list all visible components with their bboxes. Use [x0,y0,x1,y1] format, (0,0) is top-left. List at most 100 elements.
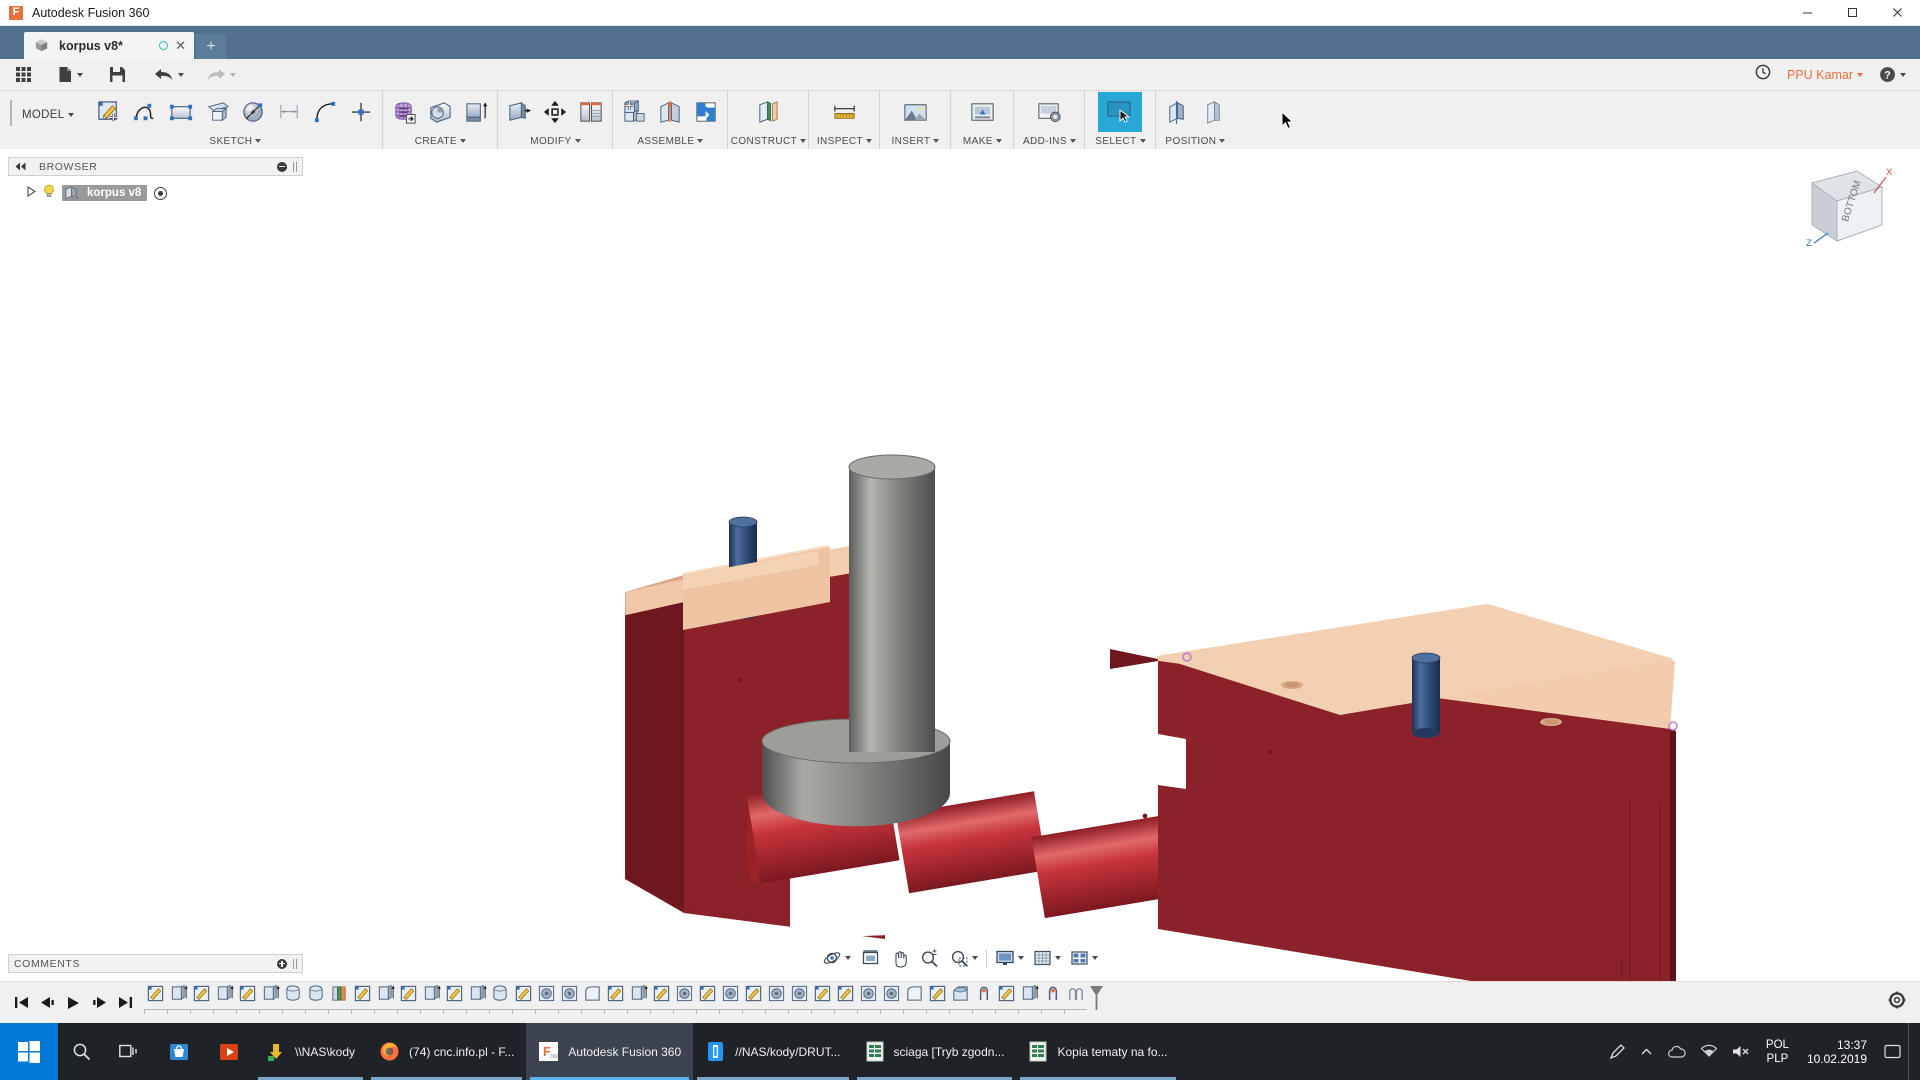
timeline-feature-hole[interactable] [535,984,558,1014]
app-grid-button[interactable] [8,59,39,91]
look-at-button[interactable] [854,945,883,971]
undo-caret-icon[interactable] [178,72,184,77]
timeline-feature-sketch[interactable] [696,984,719,1014]
ribbon-panel-label-sketch[interactable]: SKETCH [88,133,382,149]
ribbon-panel-label-make[interactable]: MAKE [951,133,1013,149]
taskbar-item-sciaga[interactable]: sciaga [Tryb zgodn... [853,1023,1017,1080]
task-view-button[interactable] [105,1023,154,1080]
ribbon-panel-label-assemble[interactable]: ASSEMBLE [613,133,727,149]
play-button[interactable] [62,989,84,1017]
taskbar-item-nas-kody[interactable]: \\NAS\kody [254,1023,367,1080]
timeline-feature-sketch[interactable] [995,984,1018,1014]
timeline-feature-extrude[interactable] [213,984,236,1014]
ribbon-panel-label-position[interactable]: POSITION [1156,133,1234,149]
timeline-feature-hole[interactable] [765,984,788,1014]
spline-button[interactable] [127,93,163,131]
revolve-button[interactable] [422,93,458,131]
clock[interactable]: 13:37 10.02.2019 [1797,1038,1877,1066]
press-pull-button[interactable] [501,93,537,131]
store-icon[interactable] [154,1023,204,1080]
new-file-caret-icon[interactable] [77,72,83,77]
extrude-button[interactable] [458,93,494,131]
undo-button[interactable] [147,59,191,91]
joint-button[interactable] [652,93,688,131]
timeline-feature-sketch[interactable] [512,984,535,1014]
timeline-feature-sketch[interactable] [811,984,834,1014]
timeline-feature-chamfer[interactable] [949,984,972,1014]
document-tab-korpus-v8[interactable]: korpus v8* ✕ [24,32,194,59]
timeline-feature-joint-alt[interactable] [1064,984,1087,1014]
offset-plane-sketch-button[interactable] [199,93,235,131]
display-settings-button[interactable] [992,945,1027,971]
timeline-feature-extrude[interactable] [627,984,650,1014]
arc-button[interactable] [307,93,343,131]
timeline-feature-hole[interactable] [880,984,903,1014]
taskbar-item-kopia-tematy[interactable]: Kopia tematy na fo... [1016,1023,1179,1080]
media-player-icon[interactable] [204,1023,254,1080]
point-button[interactable] [343,93,379,131]
rectangle-button[interactable] [163,93,199,131]
save-button[interactable] [102,59,133,91]
timeline-feature-sketch[interactable] [834,984,857,1014]
timeline-feature-sketch[interactable] [650,984,673,1014]
new-tab-button[interactable]: + [196,34,226,59]
timeline-feature-extrude[interactable] [374,984,397,1014]
account-menu[interactable]: PPU Kamar [1787,68,1863,82]
step-back-button[interactable] [36,989,58,1017]
timeline-feature-extrude[interactable] [420,984,443,1014]
go-to-end-button[interactable] [114,989,136,1017]
pen-input-icon[interactable] [1602,1023,1633,1080]
timeline-feature-sketch[interactable] [144,984,167,1014]
align-button[interactable] [1159,93,1195,131]
position-button[interactable] [1195,93,1231,131]
circle-button[interactable] [235,93,271,131]
ribbon-panel-label-addins[interactable]: ADD-INS [1014,133,1084,149]
create-sketch-button[interactable] [91,93,127,131]
timeline-feature-sketch[interactable] [443,984,466,1014]
timeline-feature-fillet[interactable] [581,984,604,1014]
zoom-button[interactable] [912,945,942,971]
network-icon[interactable] [1693,1023,1725,1080]
timeline-feature-hole[interactable] [788,984,811,1014]
timeline-feature-sketch[interactable] [351,984,374,1014]
ribbon-panel-label-insert[interactable]: INSERT [880,133,950,149]
taskbar-item-firefox[interactable]: (74) cnc.info.pl - F... [367,1023,526,1080]
timeline-feature-hole[interactable] [558,984,581,1014]
timeline-features[interactable] [144,984,1087,1022]
change-parameters-button[interactable] [573,93,609,131]
show-desktop-button[interactable] [1908,1023,1918,1080]
onedrive-icon[interactable] [1660,1023,1693,1080]
timeline-feature-sketch[interactable] [236,984,259,1014]
measure-button[interactable] [826,93,862,131]
minimize-button[interactable] [1785,0,1830,26]
timeline-feature-hole[interactable] [857,984,880,1014]
orbit-caret-icon[interactable] [845,956,851,960]
timeline-end-marker-icon[interactable] [1089,985,1104,1016]
timeline-feature-extrude[interactable] [466,984,489,1014]
clock-history-icon[interactable] [1755,64,1771,85]
tab-close-icon[interactable]: ✕ [175,38,186,54]
offset-plane-button[interactable] [750,93,786,131]
view-cube[interactable]: BOTTOM X Z [1782,159,1893,255]
dimension-button[interactable] [271,93,307,131]
timeline-feature-joint[interactable] [972,984,995,1014]
grid-snaps-button[interactable] [1027,945,1064,971]
close-button[interactable] [1875,0,1920,26]
select-tool-button[interactable] [1098,92,1143,132]
insert-canvas-button[interactable] [897,93,933,131]
timeline-feature-sketch[interactable] [397,984,420,1014]
timeline-feature-extrude[interactable] [167,984,190,1014]
orbit-button[interactable] [819,945,854,971]
timeline-feature-revolve[interactable] [305,984,328,1014]
show-hidden-icons-icon[interactable] [1633,1023,1660,1080]
timeline-settings-button[interactable] [1888,991,1906,1014]
new-file-button[interactable] [51,59,90,91]
timeline-feature-revolve[interactable] [489,984,512,1014]
comments-grip-icon[interactable] [293,958,297,969]
timeline-feature-sketch[interactable] [190,984,213,1014]
help-menu[interactable]: ? [1879,66,1906,83]
timeline-feature-extrude[interactable] [1018,984,1041,1014]
move-copy-button[interactable] [537,93,573,131]
timeline-feature-appearance[interactable] [328,984,351,1014]
ribbon-panel-label-construct[interactable]: CONSTRUCT [728,133,808,149]
